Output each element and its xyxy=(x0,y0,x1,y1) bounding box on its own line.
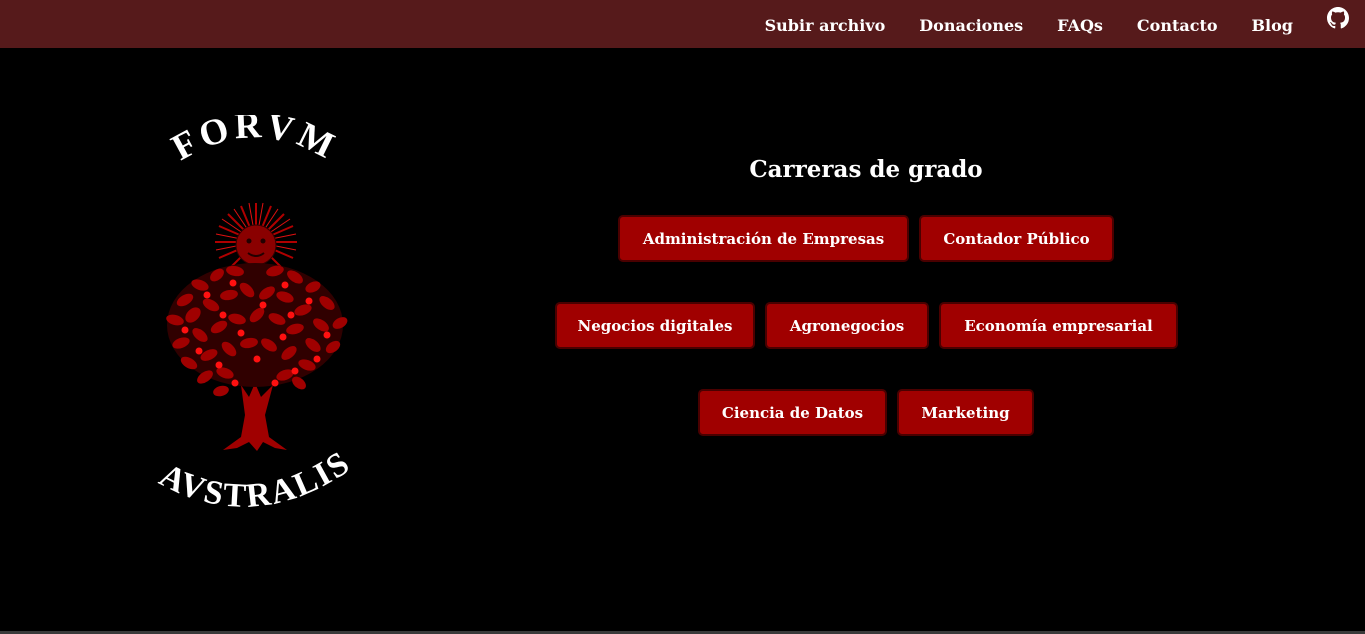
nav-link-blog[interactable]: Blog xyxy=(1252,18,1293,34)
nav-link-faqs[interactable]: FAQs xyxy=(1057,18,1103,34)
careers-row-2: Negocios digitales Agronegocios Economía… xyxy=(555,302,1178,349)
career-button-economia-empresarial[interactable]: Economía empresarial xyxy=(939,302,1178,349)
logo-top-text: FORVM xyxy=(165,105,340,169)
nav-link-donaciones[interactable]: Donaciones xyxy=(919,18,1023,34)
career-button-ciencia-de-datos[interactable]: Ciencia de Datos xyxy=(698,389,887,436)
career-button-marketing[interactable]: Marketing xyxy=(897,389,1034,436)
tree-trunk xyxy=(223,383,287,451)
logo-graphic: FORVM AVSTRALIS xyxy=(154,105,358,515)
logo-bottom-text: AVSTRALIS xyxy=(154,444,356,515)
careers-row-3: Ciencia de Datos Marketing xyxy=(698,389,1034,436)
svg-text:FORVM: FORVM xyxy=(165,115,344,169)
nav-link-contacto[interactable]: Contacto xyxy=(1137,18,1218,34)
careers-row-1: Administración de Empresas Contador Públ… xyxy=(618,215,1114,262)
sun-emblem xyxy=(215,202,297,271)
nav-link-subir-archivo[interactable]: Subir archivo xyxy=(765,18,886,34)
career-button-contador-publico[interactable]: Contador Público xyxy=(919,215,1114,262)
career-button-agronegocios[interactable]: Agronegocios xyxy=(765,302,929,349)
career-button-negocios-digitales[interactable]: Negocios digitales xyxy=(555,302,755,349)
career-button-administracion-de-empresas[interactable]: Administración de Empresas xyxy=(618,215,909,262)
forum-australis-logo: FORVM AVSTRALIS xyxy=(145,105,365,535)
main-nav: Subir archivo Donaciones FAQs Contacto B… xyxy=(765,0,1365,48)
page-title: Carreras de grado xyxy=(749,156,983,183)
tree-foliage xyxy=(166,263,348,397)
github-icon[interactable] xyxy=(1327,7,1349,29)
svg-text:AVSTRALIS: AVSTRALIS xyxy=(154,444,358,515)
top-navbar: Subir archivo Donaciones FAQs Contacto B… xyxy=(0,0,1365,48)
